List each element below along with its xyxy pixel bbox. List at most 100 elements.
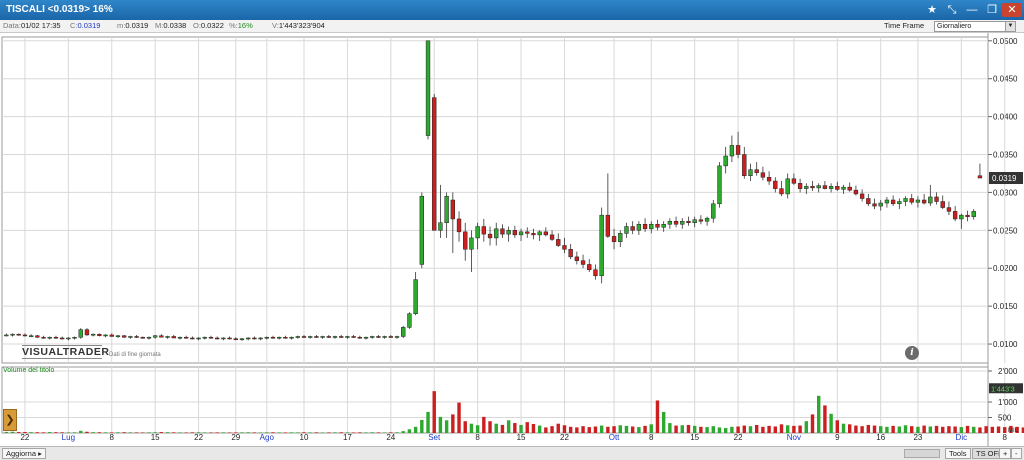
candle-body — [413, 279, 418, 314]
volume-bar — [959, 427, 964, 433]
volume-bar — [54, 432, 58, 433]
x-tick-label: 8 — [475, 433, 480, 442]
volume-bar — [407, 429, 412, 433]
volume-bar — [699, 426, 703, 433]
volume-bar — [265, 432, 269, 433]
candle-body — [959, 214, 964, 220]
zoom-in-button[interactable]: + — [999, 448, 1012, 459]
aggiorna-button[interactable]: Aggiorna ▸ — [2, 448, 46, 459]
volume-bar — [172, 432, 176, 433]
tools-button[interactable]: Tools — [945, 448, 971, 459]
info-icon[interactable]: i — [905, 346, 919, 360]
x-tick-label: 15 — [151, 433, 160, 442]
candle-body — [580, 260, 586, 265]
horizontal-scrollbar[interactable] — [904, 449, 940, 458]
volume-panel-label: Volume del titolo — [3, 367, 55, 374]
date-info: Data:01/02 17:35 — [3, 20, 61, 32]
volume-bar — [147, 432, 151, 433]
candle-body — [624, 226, 629, 234]
x-tick-label: Ago — [260, 433, 275, 442]
candle-body — [531, 233, 536, 236]
volume-bar — [835, 420, 840, 433]
x-tick-label: 24 — [386, 433, 395, 442]
volume-bar — [792, 425, 796, 433]
candle-body — [152, 335, 158, 338]
volume-bar — [587, 427, 591, 433]
favorite-star-icon[interactable]: ★ — [924, 3, 940, 17]
volume-bar — [513, 423, 517, 433]
volume-bar — [748, 426, 753, 433]
volume-bar — [742, 425, 746, 433]
candle-body — [667, 220, 673, 225]
candle-body — [121, 335, 127, 338]
candle-body — [723, 155, 728, 167]
volume-bar — [333, 432, 337, 433]
candle-body — [16, 333, 21, 336]
candle-body — [159, 335, 164, 338]
pct-value: 16% — [237, 21, 253, 30]
minimize-icon[interactable]: — — [964, 3, 980, 17]
timeframe-select[interactable]: Giornaliero ▼ — [934, 21, 1016, 32]
volume-bar — [401, 431, 405, 433]
chevron-down-icon[interactable]: ▼ — [1005, 22, 1015, 31]
volume-bar — [785, 425, 790, 433]
min-value: 0.0319 — [125, 21, 149, 30]
volume-bar — [612, 426, 616, 433]
candle-body — [388, 336, 393, 338]
x-tick-label: Set — [428, 433, 441, 442]
candle-body — [357, 336, 362, 339]
min-info: m:0.0319 — [117, 20, 148, 32]
candle-body — [370, 336, 375, 338]
candle-body — [928, 196, 933, 204]
zoom-out-button[interactable]: - — [1011, 448, 1022, 459]
candle-body — [320, 336, 325, 338]
expand-panel-arrow-icon[interactable]: ❯ — [3, 409, 17, 431]
x-tick-label: Lug — [62, 433, 75, 442]
volume-bar — [153, 432, 157, 433]
x-tick-label: 10 — [300, 433, 309, 442]
candle-body — [432, 97, 437, 231]
volume-bar — [35, 432, 40, 433]
volume-bar — [779, 424, 784, 433]
volume-bar — [29, 432, 33, 433]
x-tick-label: 23 — [913, 433, 922, 442]
volume-bar — [531, 424, 536, 433]
volume-bar — [643, 425, 647, 433]
price-panel — [1, 36, 989, 364]
candle-body — [748, 169, 753, 176]
volume-bar — [928, 426, 933, 433]
volume-bar — [60, 432, 64, 433]
candle-body — [103, 334, 108, 337]
candle-body — [605, 214, 611, 237]
volume-bar — [841, 423, 846, 433]
candle-body — [816, 185, 821, 189]
volume-bar — [345, 432, 350, 433]
candle-body — [475, 226, 480, 239]
timeframe-label: Time Frame — [884, 21, 925, 30]
volume-bar — [903, 425, 908, 433]
candle-body — [394, 336, 400, 338]
open-label: O: — [193, 21, 201, 30]
candle-body — [41, 336, 46, 339]
close-icon[interactable]: ✕ — [1002, 3, 1022, 17]
candle-body — [711, 203, 716, 219]
volume-bar — [302, 432, 306, 433]
volume-bar — [128, 432, 133, 433]
candle-body — [909, 198, 914, 203]
volume-bar — [482, 416, 486, 433]
candle-body — [965, 214, 970, 217]
volume-bar — [674, 425, 678, 433]
expand-icon[interactable]: ⤡ — [944, 3, 960, 17]
price-chart[interactable]: 0.0500 0.0450 0.0400 0.0350 0.0300 0.0250 0.02… — [0, 33, 1024, 446]
volume-bar — [289, 432, 294, 433]
volume-bar — [258, 432, 263, 433]
restore-icon[interactable]: ❐ — [984, 3, 1000, 17]
volume-bar — [85, 431, 89, 433]
volume-bar — [562, 425, 567, 433]
x-tick-label: Ott — [609, 433, 620, 442]
volume-bar — [277, 432, 281, 433]
candle — [425, 40, 431, 140]
volume-bar — [72, 432, 77, 433]
date-value: 01/02 17:35 — [20, 21, 61, 30]
candle-body — [729, 145, 735, 157]
